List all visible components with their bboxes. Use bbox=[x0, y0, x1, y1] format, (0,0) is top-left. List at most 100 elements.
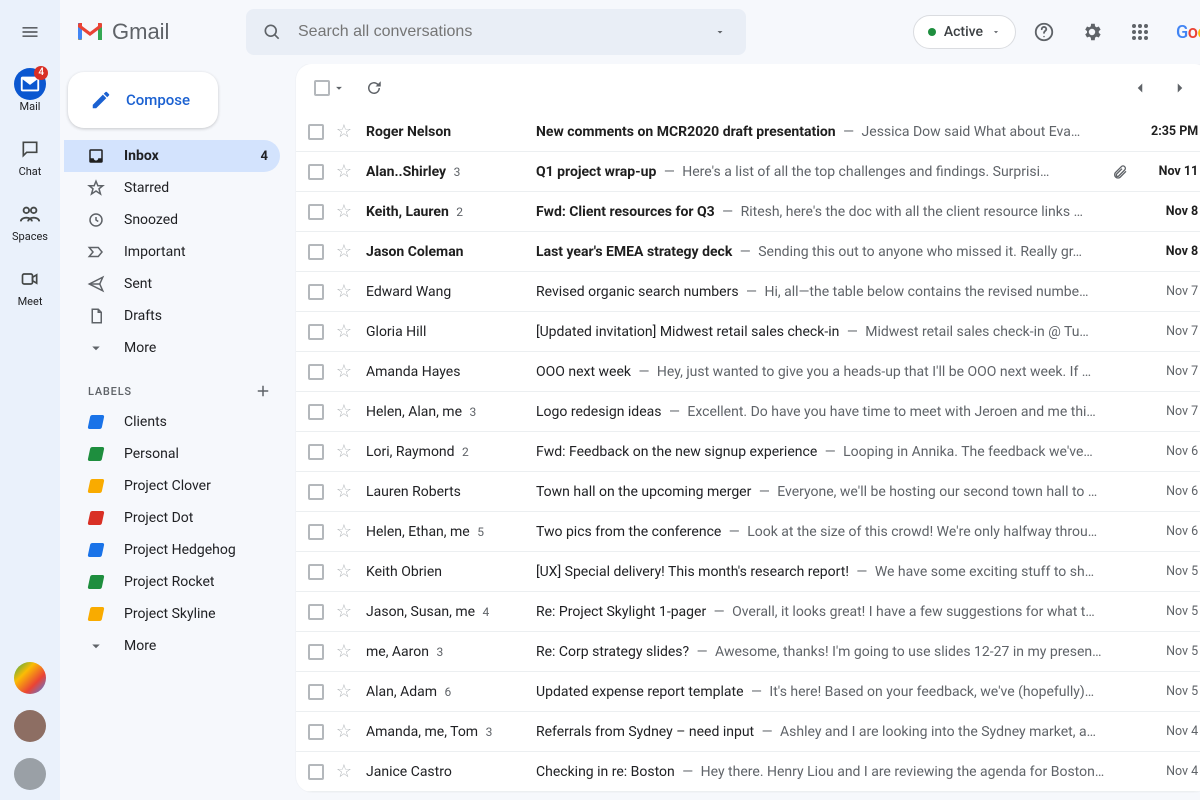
row-star[interactable]: ☆ bbox=[332, 523, 356, 541]
search-input[interactable] bbox=[290, 23, 702, 41]
row-star[interactable]: ☆ bbox=[332, 563, 356, 581]
status-label: Active bbox=[944, 24, 983, 40]
row-star[interactable]: ☆ bbox=[332, 203, 356, 221]
nav-inbox[interactable]: Inbox4 bbox=[64, 140, 280, 172]
mail-row[interactable]: ☆Amanda, me, Tom 3Referrals from Sydney … bbox=[296, 712, 1200, 752]
labels-more[interactable]: More bbox=[64, 630, 280, 662]
row-star[interactable]: ☆ bbox=[332, 643, 356, 661]
row-checkbox[interactable] bbox=[304, 764, 328, 780]
row-sender: Jason, Susan, me 4 bbox=[360, 604, 532, 620]
row-checkbox[interactable] bbox=[304, 484, 328, 500]
row-checkbox[interactable] bbox=[304, 644, 328, 660]
mail-row[interactable]: ☆Keith Obrien[UX] Special delivery! This… bbox=[296, 552, 1200, 592]
rail-shortcut-2[interactable] bbox=[14, 710, 46, 742]
nav-drafts[interactable]: Drafts bbox=[64, 300, 280, 332]
apps-button[interactable] bbox=[1120, 12, 1160, 52]
mail-row[interactable]: ☆Edward WangRevised organic search numbe… bbox=[296, 272, 1200, 312]
rail-shortcut-1[interactable] bbox=[14, 662, 46, 694]
apprail-spaces[interactable]: Spaces bbox=[4, 192, 56, 257]
row-checkbox[interactable] bbox=[304, 404, 328, 420]
row-star[interactable]: ☆ bbox=[332, 603, 356, 621]
apprail-mail[interactable]: 4Mail bbox=[4, 62, 56, 127]
search-options-icon[interactable] bbox=[702, 14, 738, 50]
nav-snoozed[interactable]: Snoozed bbox=[64, 204, 280, 236]
support-button[interactable] bbox=[1024, 12, 1064, 52]
row-checkbox[interactable] bbox=[304, 204, 328, 220]
older-button[interactable] bbox=[1160, 68, 1200, 108]
label-item[interactable]: Project Clover bbox=[64, 470, 280, 502]
nav-important[interactable]: Important bbox=[64, 236, 280, 268]
row-checkbox[interactable] bbox=[304, 284, 328, 300]
row-star[interactable]: ☆ bbox=[332, 763, 356, 781]
apprail-chat[interactable]: Chat bbox=[4, 127, 56, 192]
label-item[interactable]: Clients bbox=[64, 406, 280, 438]
mail-row[interactable]: ☆Jason ColemanLast year's EMEA strategy … bbox=[296, 232, 1200, 272]
row-star[interactable]: ☆ bbox=[332, 363, 356, 381]
row-checkbox[interactable] bbox=[304, 124, 328, 140]
mail-row[interactable]: ☆Helen, Ethan, me 5Two pics from the con… bbox=[296, 512, 1200, 552]
row-star[interactable]: ☆ bbox=[332, 243, 356, 261]
settings-button[interactable] bbox=[1072, 12, 1112, 52]
select-all-checkbox[interactable] bbox=[306, 68, 350, 108]
mail-row[interactable]: ☆Alan..Shirley 3Q1 project wrap-up — Her… bbox=[296, 152, 1200, 192]
row-star[interactable]: ☆ bbox=[332, 723, 356, 741]
mail-row[interactable]: ☆Lauren RobertsTown hall on the upcoming… bbox=[296, 472, 1200, 512]
row-subject: Fwd: Client resources for Q3 — Ritesh, h… bbox=[536, 204, 1104, 220]
row-checkbox[interactable] bbox=[304, 324, 328, 340]
row-star[interactable]: ☆ bbox=[332, 443, 356, 461]
mail-row[interactable]: ☆me, Aaron 3Re: Corp strategy slides? — … bbox=[296, 632, 1200, 672]
status-chip[interactable]: Active bbox=[913, 15, 1016, 49]
row-checkbox[interactable] bbox=[304, 364, 328, 380]
row-subject: Fwd: Feedback on the new signup experien… bbox=[536, 444, 1104, 460]
label-item[interactable]: Project Dot bbox=[64, 502, 280, 534]
search-icon[interactable] bbox=[254, 14, 290, 50]
label-item[interactable]: Project Rocket bbox=[64, 566, 280, 598]
add-label-button[interactable] bbox=[254, 382, 272, 400]
row-date: Nov 7 bbox=[1136, 284, 1198, 299]
mail-row[interactable]: ☆Jason, Susan, me 4Re: Project Skylight … bbox=[296, 592, 1200, 632]
row-subject: Revised organic search numbers — Hi, all… bbox=[536, 284, 1104, 300]
row-checkbox[interactable] bbox=[304, 164, 328, 180]
row-checkbox[interactable] bbox=[304, 444, 328, 460]
mail-row[interactable]: ☆Helen, Alan, me 3Logo redesign ideas — … bbox=[296, 392, 1200, 432]
newer-button[interactable] bbox=[1120, 68, 1160, 108]
mail-row[interactable]: ☆Janice CastroChecking in re: Boston — H… bbox=[296, 752, 1200, 792]
row-star[interactable]: ☆ bbox=[332, 163, 356, 181]
mail-row[interactable]: ☆Lori, Raymond 2Fwd: Feedback on the new… bbox=[296, 432, 1200, 472]
main-menu-button[interactable] bbox=[6, 8, 54, 56]
mail-row[interactable]: ☆Keith, Lauren 2Fwd: Client resources fo… bbox=[296, 192, 1200, 232]
label-item[interactable]: Project Skyline bbox=[64, 598, 280, 630]
row-star[interactable]: ☆ bbox=[332, 283, 356, 301]
row-star[interactable]: ☆ bbox=[332, 403, 356, 421]
label-text: Personal bbox=[124, 446, 179, 462]
row-sender: Roger Nelson bbox=[360, 124, 532, 140]
label-item[interactable]: Project Hedgehog bbox=[64, 534, 280, 566]
row-star[interactable]: ☆ bbox=[332, 323, 356, 341]
row-checkbox[interactable] bbox=[304, 724, 328, 740]
search-bar[interactable] bbox=[246, 9, 746, 55]
row-checkbox[interactable] bbox=[304, 244, 328, 260]
row-subject: Logo redesign ideas — Excellent. Do have… bbox=[536, 404, 1104, 420]
nav-sent[interactable]: Sent bbox=[64, 268, 280, 300]
mail-row[interactable]: ☆Gloria Hill[Updated invitation] Midwest… bbox=[296, 312, 1200, 352]
row-checkbox[interactable] bbox=[304, 564, 328, 580]
compose-button[interactable]: Compose bbox=[68, 72, 218, 128]
apprail-meet[interactable]: Meet bbox=[4, 257, 56, 322]
row-sender: Amanda Hayes bbox=[360, 364, 532, 380]
nav-starred[interactable]: Starred bbox=[64, 172, 280, 204]
rail-shortcut-3[interactable] bbox=[14, 758, 46, 790]
row-star[interactable]: ☆ bbox=[332, 123, 356, 141]
mail-row[interactable]: ☆Roger NelsonNew comments on MCR2020 dra… bbox=[296, 112, 1200, 152]
label-item[interactable]: Personal bbox=[64, 438, 280, 470]
row-checkbox[interactable] bbox=[304, 524, 328, 540]
row-star[interactable]: ☆ bbox=[332, 683, 356, 701]
nav-more[interactable]: More bbox=[64, 332, 280, 364]
mail-row[interactable]: ☆Alan, Adam 6Updated expense report temp… bbox=[296, 672, 1200, 712]
logo-block[interactable]: Gmail bbox=[64, 19, 238, 45]
row-checkbox[interactable] bbox=[304, 684, 328, 700]
refresh-button[interactable] bbox=[354, 68, 394, 108]
labels-header: LABELS bbox=[88, 385, 132, 398]
mail-row[interactable]: ☆Amanda HayesOOO next week — Hey, just w… bbox=[296, 352, 1200, 392]
row-checkbox[interactable] bbox=[304, 604, 328, 620]
row-star[interactable]: ☆ bbox=[332, 483, 356, 501]
